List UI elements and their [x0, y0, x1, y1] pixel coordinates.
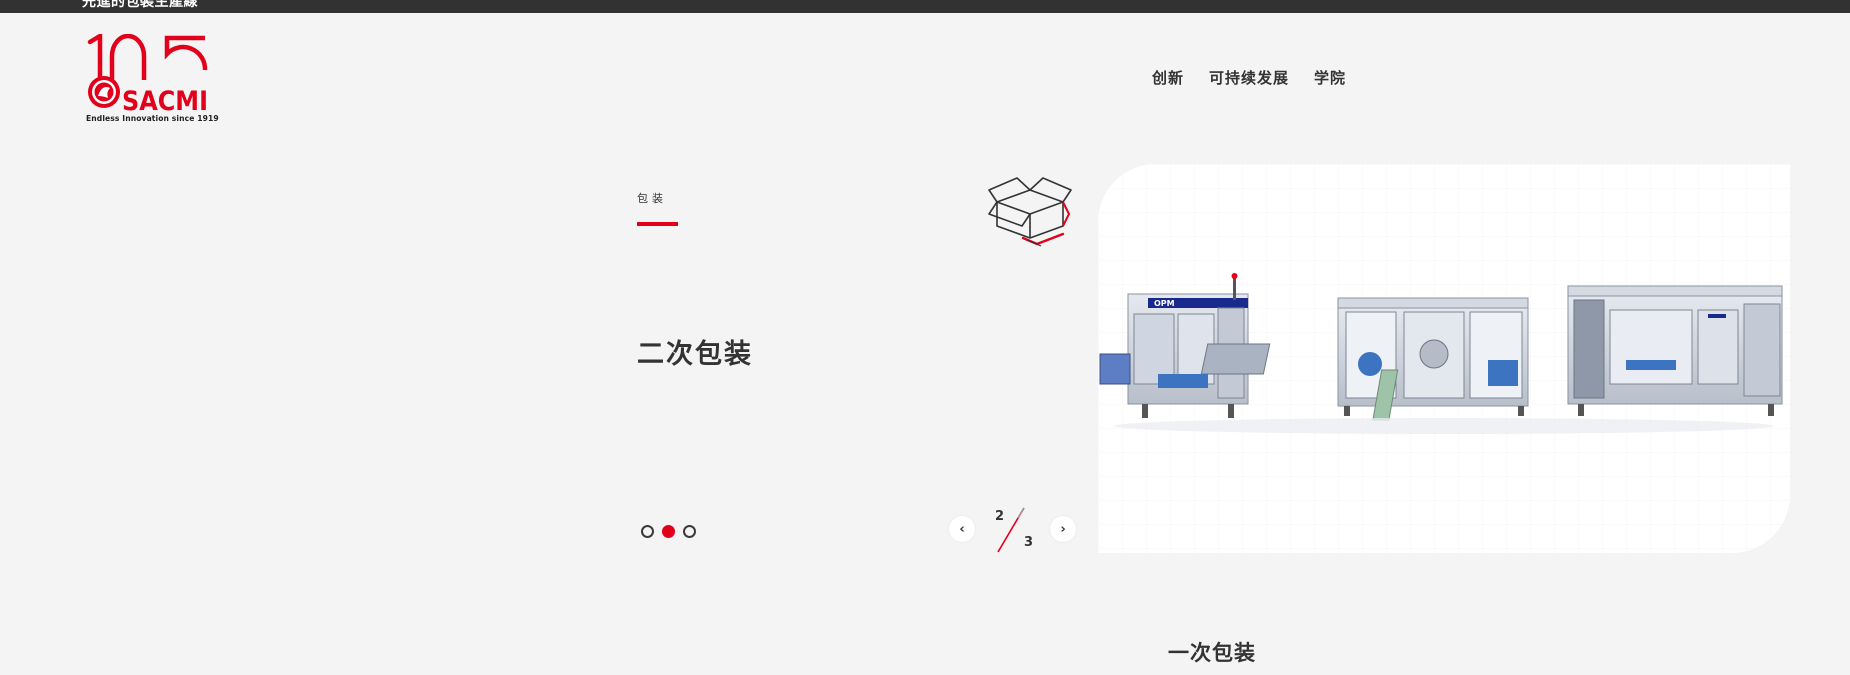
nav-item-innovation[interactable]: 创新 [1152, 67, 1184, 88]
carousel-dot-2[interactable] [662, 525, 675, 538]
logo-tagline: Endless Innovation since 1919 [86, 114, 219, 123]
nav-item-sustainability[interactable]: 可持续发展 [1209, 67, 1289, 88]
top-bar-text: 先進的包裝生產線 [82, 0, 198, 10]
machine-brand-label: OPM [1154, 299, 1175, 308]
slide-title: 二次包装 [637, 339, 753, 370]
section-title-primary-packaging: 一次包装 [1168, 641, 1256, 665]
main-nav: 创新 可持续发展 学院 [1152, 67, 1346, 88]
pager-total-pages: 3 [1024, 535, 1034, 550]
carousel-dot-3[interactable] [683, 525, 696, 538]
carousel-next-button[interactable]: › [1050, 516, 1076, 542]
logo-brand: SACMI [122, 86, 208, 114]
machine-2 [1337, 297, 1529, 421]
slide-category: 包装 [637, 192, 667, 205]
carousel-prev-button[interactable]: ‹ [949, 516, 975, 542]
logo-105-mark: SACMI [87, 34, 208, 114]
chevron-left-icon: ‹ [959, 521, 965, 537]
chevron-right-icon: › [1060, 521, 1066, 537]
open-box-icon [987, 174, 1073, 250]
sacmi-logo[interactable]: SACMI Endless Innovation since 1919 [84, 34, 219, 126]
slide-image: OPM [1098, 164, 1790, 553]
top-bar: 先進的包裝生產線 [0, 0, 1850, 13]
carousel-dots [641, 525, 696, 538]
nav-item-academy[interactable]: 学院 [1314, 67, 1346, 88]
category-underline [637, 222, 678, 226]
machine-3 [1567, 285, 1783, 416]
carousel-dot-1[interactable] [641, 525, 654, 538]
pager-current-page: 2 [995, 509, 1005, 524]
